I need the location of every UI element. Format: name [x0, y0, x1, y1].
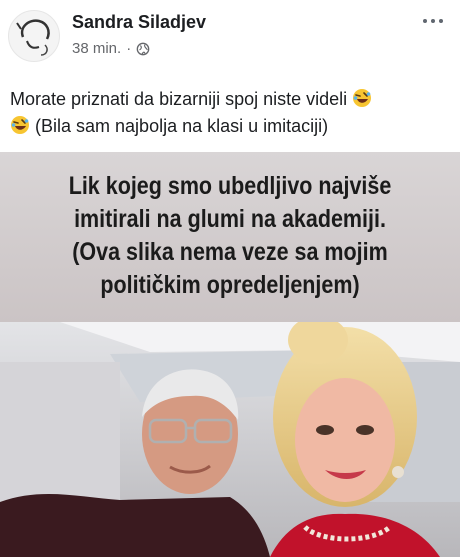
banner-line-4: političkim opredeljenjem) — [100, 271, 360, 299]
post-time[interactable]: 38 min. — [72, 40, 121, 57]
post-meta: 38 min. · — [72, 40, 150, 57]
banner-line-3: (Ova slika nema veze sa mojim — [72, 238, 388, 266]
meta-separator: · — [126, 40, 132, 57]
caption-line-2: (Bila sam najbolja na klasi u imitaciji) — [35, 116, 329, 136]
avatar[interactable] — [8, 10, 60, 62]
rolling-on-floor-laughing-emoji — [353, 89, 372, 107]
post-image[interactable]: Lik kojeg smo ubedljivo najviše imitiral… — [0, 152, 460, 557]
banner-text: Lik kojeg smo ubedljivo najviše imitiral… — [46, 170, 414, 302]
post-caption: Morate priznati da bizarniji spoj niste … — [10, 86, 450, 140]
banner-line-2: imitirali na glumi na akademiji. — [74, 205, 386, 233]
rolling-on-floor-laughing-emoji — [11, 116, 29, 134]
selfie-photo — [0, 322, 460, 557]
caption-line-1: Morate priznati da bizarniji spoj niste … — [10, 89, 348, 109]
more-options-icon[interactable] — [416, 10, 450, 32]
globe-icon — [136, 42, 150, 55]
avatar-sketch-icon — [16, 19, 50, 56]
post-header: Sandra Siladjev 38 min. · — [0, 0, 460, 75]
banner-line-1: Lik kojeg smo ubedljivo najviše — [68, 172, 392, 200]
author-name[interactable]: Sandra Siladjev — [72, 12, 206, 33]
image-text-banner: Lik kojeg smo ubedljivo najviše imitiral… — [0, 152, 460, 322]
